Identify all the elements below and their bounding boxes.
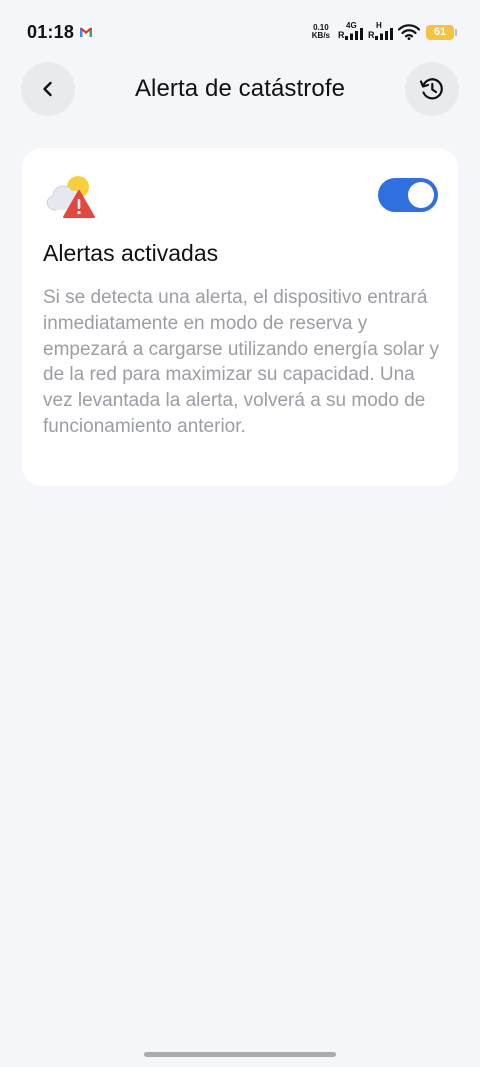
status-bar: 01:18 0.10 KB/s 4G R H R 61 (0, 0, 480, 64)
status-time: 01:18 (27, 22, 75, 42)
weather-alert-icon (46, 176, 95, 218)
alerts-description: Si se detecta una alerta, el dispositivo… (43, 287, 440, 437)
home-indicator[interactable] (144, 1052, 336, 1057)
battery-icon: 61 (426, 24, 457, 40)
status-icons: 0.10 KB/s 4G R H R 61 (311, 21, 457, 42)
disaster-alert-card: Alertas activadas Si se detecta una aler… (22, 148, 458, 486)
signal-sim1-icon: 4G R (338, 21, 364, 42)
gmail-icon (79, 26, 93, 38)
signal-sim2-icon: H R (368, 21, 394, 42)
history-icon (419, 78, 443, 100)
toggle-knob (408, 182, 434, 208)
history-button[interactable] (405, 62, 459, 116)
alerts-title: Alertas activadas (43, 240, 219, 266)
top-app-bar: Alerta de catástrofe (0, 62, 480, 118)
alerts-toggle[interactable] (378, 178, 438, 212)
net-speed: 0.10 KB/s (311, 23, 330, 40)
wifi-icon (398, 24, 420, 40)
